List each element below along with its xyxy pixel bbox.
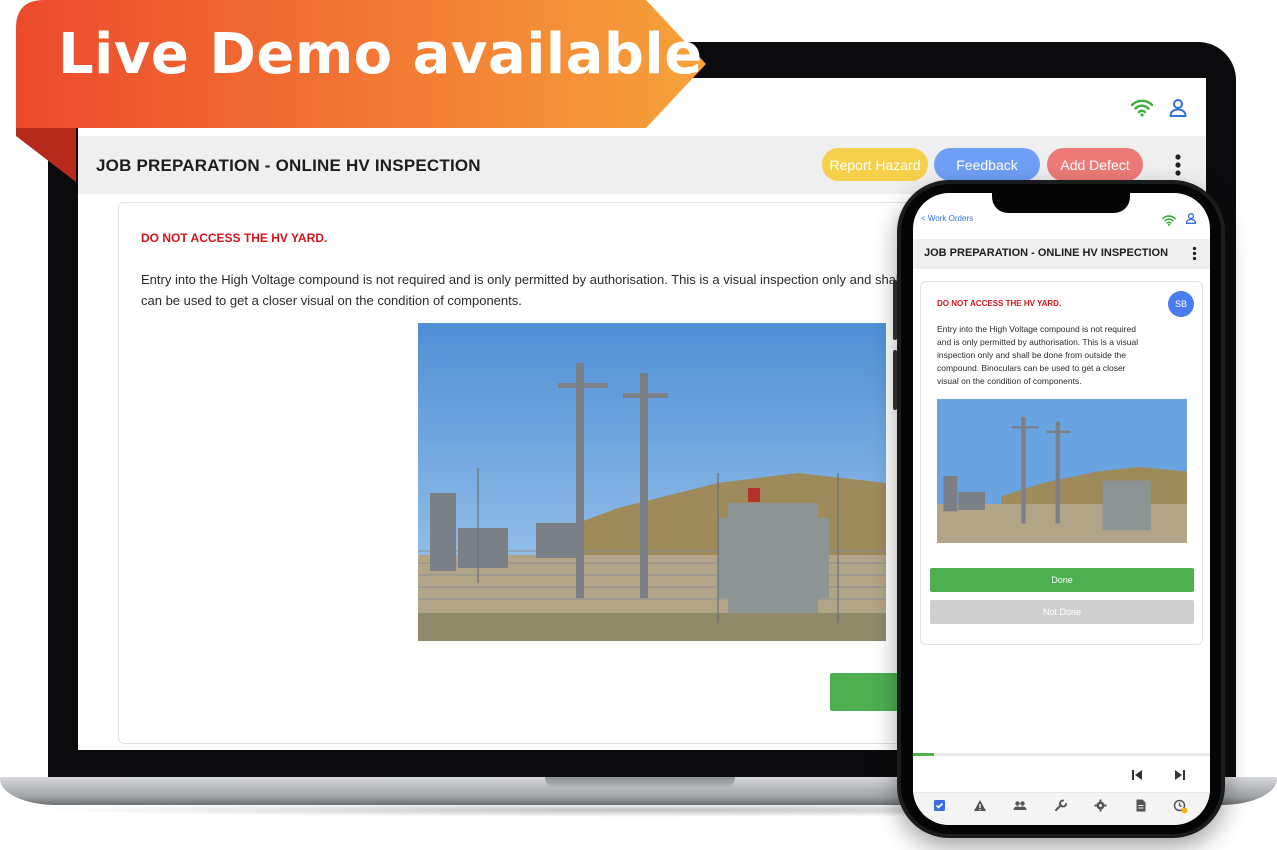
wifi-icon [1130,99,1154,122]
wifi-icon [1162,213,1176,231]
clock-alert-icon[interactable] [1173,799,1188,819]
next-step-icon[interactable] [1174,768,1186,786]
checklist-icon[interactable] [933,799,946,817]
wrench-icon[interactable] [1054,799,1068,817]
page-title: JOB PREPARATION - ONLINE HV INSPECTION [96,156,481,175]
phone-screen: < Work Orders JOB PREPARATION - ONLINE H… [913,193,1210,825]
document-icon[interactable] [1135,799,1147,817]
live-demo-banner[interactable]: Live Demo available [58,22,703,87]
stage: JOB PREPARATION - ONLINE HV INSPECTION R… [0,0,1277,850]
page-title: JOB PREPARATION - ONLINE HV INSPECTION [924,247,1169,259]
bottom-nav [913,792,1210,825]
more-options-icon[interactable] [1192,246,1197,266]
phone-side-button [893,280,897,340]
phone-side-button [893,350,897,410]
inspection-step-card: DO NOT ACCESS THE HV YARD. SB Entry into… [920,281,1203,645]
warning-text: DO NOT ACCESS THE HV YARD. [141,231,328,245]
not-done-button[interactable]: Not Done [930,600,1194,624]
gear-icon[interactable] [1094,799,1107,817]
avatar[interactable]: SB [1168,291,1194,317]
step-pager [913,756,1210,792]
user-account-icon[interactable] [1168,98,1188,123]
add-defect-button[interactable]: Add Defect [1047,148,1143,181]
laptop-hinge-notch [545,777,735,789]
instruction-text: Entry into the High Voltage compound is … [141,272,1007,308]
more-options-icon[interactable] [1174,153,1182,182]
user-account-icon[interactable] [1185,212,1197,230]
report-hazard-button[interactable]: Report Hazard [822,148,928,181]
warning-text: DO NOT ACCESS THE HV YARD. [937,299,1062,308]
substation-photo [937,399,1187,543]
done-button[interactable]: Done [930,568,1194,592]
substation-photo [418,323,886,641]
first-step-icon[interactable] [1131,768,1143,786]
phone-notch [992,189,1130,213]
people-icon[interactable] [1013,799,1027,817]
back-to-work-orders-link[interactable]: < Work Orders [921,214,973,223]
feedback-button[interactable]: Feedback [934,148,1040,181]
warning-icon[interactable] [973,799,987,817]
instruction-text: Entry into the High Voltage compound is … [937,324,1139,386]
mobile-header: JOB PREPARATION - ONLINE HV INSPECTION [913,239,1210,269]
